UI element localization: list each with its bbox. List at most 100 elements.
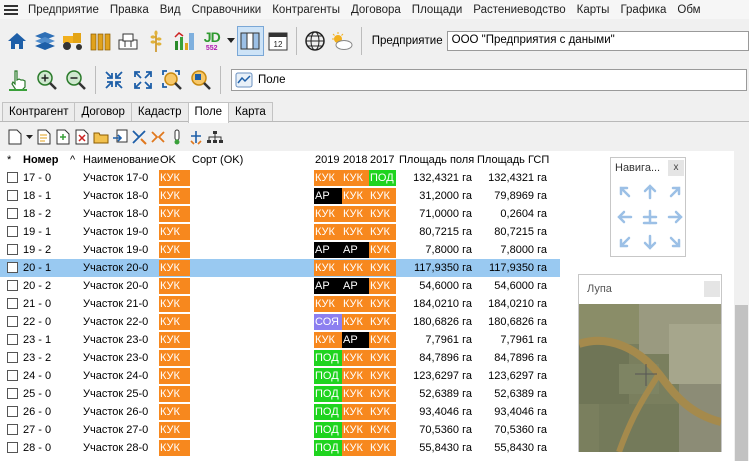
globe-icon[interactable] (301, 26, 328, 56)
pan-arrows-icon[interactable] (611, 178, 685, 258)
import-icon[interactable] (111, 128, 128, 146)
column-header-star[interactable]: * (7, 154, 11, 166)
table-row[interactable]: 18 - 1 Участок 18-0 КУК АР КУК КУК 31,2000 га 7… (0, 187, 560, 205)
zoom-in-icon[interactable] (33, 65, 61, 95)
menu-item-view[interactable]: Вид (155, 4, 187, 16)
menu-item-contracts[interactable]: Договора (346, 4, 407, 16)
menu-item-edit[interactable]: Правка (105, 4, 155, 16)
table-row[interactable]: 18 - 2 Участок 18-0 КУК КУК КУК КУК 71,0000 га… (0, 205, 560, 223)
menu-item-maps[interactable]: Карты (572, 4, 616, 16)
silo-icon[interactable] (87, 26, 114, 56)
row-checkbox[interactable] (7, 334, 18, 345)
column-header-nomer[interactable]: Номер (23, 154, 59, 166)
table-row[interactable]: 21 - 0 Участок 21-0 КУК КУК КУК КУК 184,0210 г… (0, 295, 560, 313)
row-checkbox[interactable] (7, 370, 18, 381)
table-row[interactable]: 23 - 2 Участок 23-0 КУК ПОД КУК КУК 84,7896 га… (0, 349, 560, 367)
menu-item-counterparties[interactable]: Контрагенты (267, 4, 346, 16)
column-header-name[interactable]: Наименование (83, 154, 159, 166)
panel-toggle-button[interactable] (236, 26, 264, 56)
edit-document-icon[interactable] (35, 128, 52, 146)
column-header-ok[interactable]: OK (160, 154, 176, 166)
row-checkbox[interactable] (7, 316, 18, 327)
expand-arrows-icon[interactable] (129, 65, 157, 95)
layers-icon[interactable] (32, 26, 59, 56)
table-row[interactable]: 17 - 0 Участок 17-0 КУК КУК КУК ПОД 132,4321 г… (0, 169, 560, 187)
table-row[interactable]: 26 - 0 Участок 26-0 КУК ПОД КУК КУК 93,4046 га… (0, 403, 560, 421)
table-row[interactable]: 24 - 0 Участок 24-0 КУК ПОД КУК КУК 123,6297 г… (0, 367, 560, 385)
row-checkbox[interactable] (7, 424, 18, 435)
move-arrows-icon[interactable] (130, 128, 147, 146)
delete-document-icon[interactable] (73, 128, 90, 146)
column-header-area[interactable]: Площадь поля (399, 154, 474, 166)
cell-2019-crop-badge: ПОД (314, 422, 342, 438)
table-row[interactable]: 22 - 0 Участок 22-0 КУК СОЯ КУК КУК 180,6826 г… (0, 313, 560, 331)
row-checkbox[interactable] (7, 190, 18, 201)
tab-counterparty[interactable]: Контрагент (2, 102, 76, 121)
tab-field[interactable]: Поле (187, 102, 230, 123)
row-checkbox[interactable] (7, 442, 18, 453)
row-checkbox[interactable] (7, 208, 18, 219)
menu-item-graphics[interactable]: Графика (615, 4, 672, 16)
table-row[interactable]: 27 - 0 Участок 27-0 КУК ПОД КУК КУК 70,5360 га… (0, 421, 560, 439)
copy-document-icon[interactable] (54, 128, 71, 146)
dropdown-arrow-icon[interactable] (25, 128, 33, 146)
table-scrollbar-thumb[interactable] (735, 305, 748, 461)
menu-item-crop-production[interactable]: Растениеводство (468, 4, 571, 16)
row-checkbox[interactable] (7, 226, 18, 237)
column-header-2017[interactable]: 2017 (370, 154, 394, 166)
table-row[interactable]: 19 - 1 Участок 19-0 КУК КУК КУК КУК 80,7215 га… (0, 223, 560, 241)
zoom-out-icon[interactable] (62, 65, 90, 95)
tab-map[interactable]: Карта (228, 102, 273, 121)
menu-item-directories[interactable]: Справочники (187, 4, 268, 16)
row-checkbox[interactable] (7, 244, 18, 255)
column-header-sort-ok[interactable]: Сорт (OK) (192, 154, 243, 166)
navigator-close-button[interactable]: x (668, 160, 684, 176)
hierarchy-icon[interactable] (206, 128, 223, 146)
table-row[interactable]: 28 - 0 Участок 28-0 КУК ПОД КУК КУК 55,8430 га… (0, 439, 560, 457)
table-row[interactable]: 25 - 0 Участок 25-0 КУК ПОД КУК КУК 52,6389 га… (0, 385, 560, 403)
layer-selector-field[interactable]: Поле (231, 69, 747, 91)
new-document-icon[interactable] (6, 128, 23, 146)
john-deere-icon[interactable]: JD 552 (198, 26, 225, 56)
folder-icon[interactable] (92, 128, 109, 146)
split-icon[interactable] (187, 128, 204, 146)
zoom-extent-icon[interactable] (158, 65, 186, 95)
menu-item-exchange[interactable]: Обм (672, 4, 706, 16)
column-header-2019[interactable]: 2019 (315, 154, 339, 166)
row-checkbox[interactable] (7, 280, 18, 291)
row-checkbox[interactable] (7, 298, 18, 309)
row-checkbox[interactable] (7, 406, 18, 417)
menu-item-areas[interactable]: Площади (407, 4, 469, 16)
column-header-gsp[interactable]: Площадь ГСП (477, 154, 549, 166)
row-checkbox[interactable] (7, 172, 18, 183)
table-row[interactable]: 20 - 2 Участок 20-0 КУК АР АР КУК 54,6000 га 54… (0, 277, 560, 295)
table-row[interactable]: 19 - 2 Участок 19-0 КУК АР АР КУК 7,8000 га 7,8… (0, 241, 560, 259)
column-header-2018[interactable]: 2018 (343, 154, 367, 166)
enterprise-field[interactable]: ООО "Предприятия с даными" (446, 31, 749, 51)
thermometer-icon[interactable] (168, 128, 185, 146)
tab-contract[interactable]: Договор (74, 102, 132, 121)
menu-grip-icon[interactable] (3, 2, 19, 18)
calendar-icon[interactable]: 12 (265, 26, 292, 56)
hand-pointer-icon[interactable] (4, 65, 32, 95)
tractor-icon[interactable] (60, 26, 87, 56)
weather-icon[interactable] (329, 26, 356, 56)
cell-nomer: 25 - 0 (23, 388, 52, 400)
merge-icon[interactable] (149, 128, 166, 146)
chart-report-icon[interactable] (171, 26, 198, 56)
row-checkbox[interactable] (7, 352, 18, 363)
collapse-arrows-icon[interactable] (100, 65, 128, 95)
home-icon[interactable] (4, 26, 31, 56)
menu-item-enterprise[interactable]: Предприятие (23, 4, 105, 16)
wheat-icon[interactable] (143, 26, 170, 56)
warehouse-icon[interactable] (115, 26, 142, 56)
magnifier-close-button[interactable] (704, 281, 720, 297)
dropdown-arrow-icon[interactable] (226, 26, 236, 56)
cell-gsp: 84,7896 га (494, 352, 547, 364)
row-checkbox[interactable] (7, 388, 18, 399)
zoom-selection-icon[interactable] (187, 65, 215, 95)
table-row[interactable]: 23 - 1 Участок 23-0 КУК КУК АР КУК 7,7961 га 7,… (0, 331, 560, 349)
table-row[interactable]: 20 - 1 Участок 20-0 КУК КУК КУК КУК 117,9350 г… (0, 259, 560, 277)
row-checkbox[interactable] (7, 262, 18, 273)
tab-cadastre[interactable]: Кадастр (130, 102, 189, 121)
